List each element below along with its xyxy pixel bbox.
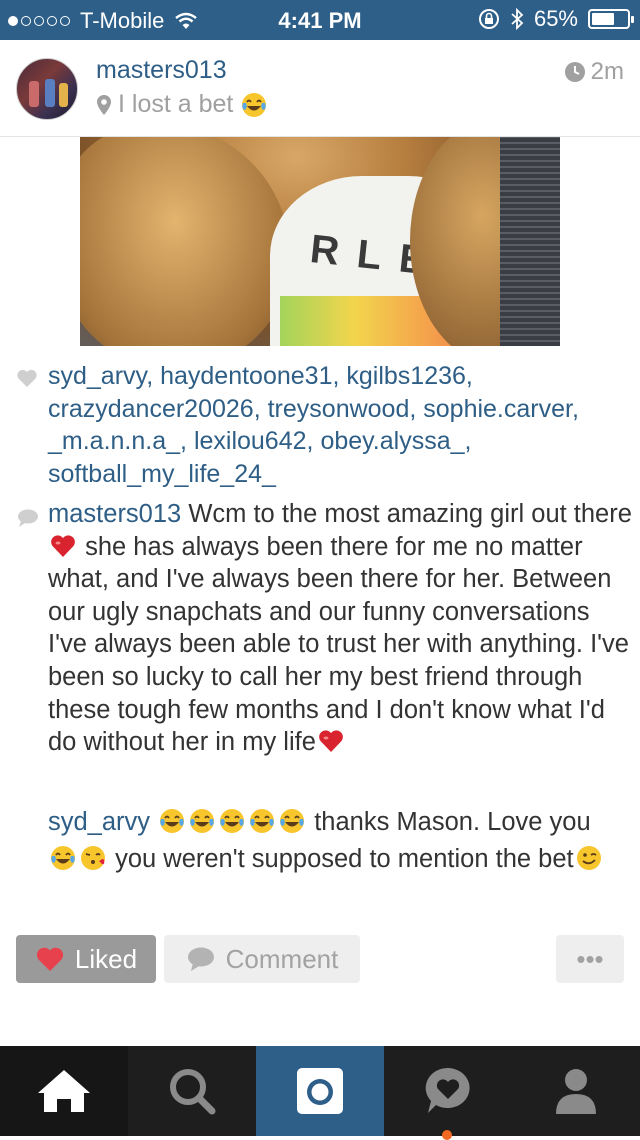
liker-username[interactable]: sophie.carver bbox=[423, 395, 572, 423]
liker-username[interactable]: crazydancer20026 bbox=[48, 395, 254, 423]
tears-of-joy-emoji bbox=[280, 809, 305, 833]
lock-rotation-icon bbox=[478, 9, 499, 29]
liker-username[interactable]: treysonwood bbox=[268, 395, 410, 423]
caption-username[interactable]: masters013 bbox=[48, 500, 181, 528]
search-icon bbox=[170, 1069, 216, 1115]
time-ago: 2m bbox=[590, 58, 624, 85]
liker-username[interactable]: softball_my_life_24_ bbox=[48, 460, 276, 488]
tears-of-joy-emoji bbox=[190, 809, 215, 833]
more-options-icon: ••• bbox=[576, 943, 604, 974]
post-time: 2m bbox=[564, 58, 624, 86]
tab-explore[interactable] bbox=[128, 1046, 256, 1136]
liked-label: Liked bbox=[74, 943, 138, 974]
comment-icon bbox=[187, 947, 214, 971]
location-pin-icon bbox=[97, 94, 111, 115]
caption-body-2: she has always been there for me no matt… bbox=[48, 532, 629, 757]
post-photo[interactable]: RLE bbox=[80, 136, 560, 346]
reply-emoji-group bbox=[157, 808, 307, 836]
comment-button[interactable]: Comment bbox=[164, 935, 360, 983]
post-location[interactable]: I lost a bet bbox=[96, 90, 269, 119]
liker-username[interactable]: kgilbs1236 bbox=[346, 362, 466, 390]
caption-body-1: Wcm to the most amazing girl out there bbox=[188, 500, 632, 528]
kiss-emoji bbox=[81, 846, 105, 870]
location-text: I lost a bet bbox=[118, 90, 234, 118]
status-indicators: 65% bbox=[478, 6, 634, 32]
status-bar: T-Mobile 4:41 PM 65% bbox=[0, 0, 640, 40]
red-heart-emoji bbox=[51, 534, 75, 557]
comment-label: Comment bbox=[225, 943, 339, 974]
reply-body-2: you weren't supposed to mention the bet bbox=[108, 845, 574, 873]
post-username[interactable]: masters013 bbox=[96, 56, 227, 85]
battery-percent: 65% bbox=[533, 6, 578, 31]
red-heart-emoji bbox=[319, 730, 343, 753]
wink-emoji bbox=[576, 846, 601, 870]
liker-username[interactable]: syd_arvy bbox=[48, 362, 146, 390]
tears-of-joy-emoji bbox=[160, 809, 185, 833]
post-header: masters013 I lost a bet 2m bbox=[0, 40, 640, 137]
activity-heart-icon bbox=[425, 1067, 470, 1113]
tab-profile[interactable] bbox=[512, 1046, 640, 1136]
tab-activity[interactable] bbox=[384, 1046, 512, 1136]
battery-icon bbox=[588, 9, 634, 29]
heart-icon bbox=[17, 369, 37, 387]
liker-username[interactable]: _m.a.n.n.a_ bbox=[48, 427, 180, 455]
profile-icon bbox=[556, 1069, 596, 1114]
likers-list: syd_arvy, haydentoone31, kgilbs1236, cra… bbox=[48, 362, 579, 488]
liked-button[interactable]: Liked bbox=[16, 935, 156, 983]
home-icon bbox=[38, 1070, 90, 1112]
more-options-button[interactable]: ••• bbox=[556, 935, 624, 983]
reply-comment: syd_arvy thanks Mason. Love you you were… bbox=[48, 804, 618, 878]
tab-home[interactable] bbox=[0, 1046, 128, 1136]
activity-notification-dot bbox=[442, 1130, 452, 1140]
bluetooth-icon bbox=[511, 8, 524, 30]
comment-bubble-icon bbox=[18, 509, 38, 527]
tears-of-joy-emoji bbox=[220, 809, 245, 833]
liked-heart-icon bbox=[36, 947, 63, 971]
tab-bar bbox=[0, 1046, 640, 1136]
liker-username[interactable]: obey.alyssa_ bbox=[320, 427, 464, 455]
liker-username[interactable]: lexilou642 bbox=[194, 427, 307, 455]
caption-text: masters013 Wcm to the most amazing girl … bbox=[48, 498, 633, 759]
tab-camera[interactable] bbox=[256, 1046, 384, 1136]
avatar[interactable] bbox=[16, 58, 78, 120]
tears-of-joy-emoji bbox=[250, 809, 275, 833]
reply-body-1: thanks Mason. Love you bbox=[307, 808, 591, 836]
liker-username[interactable]: haydentoone31 bbox=[160, 362, 332, 390]
tears-of-joy-emoji bbox=[51, 846, 75, 870]
tears-of-joy-emoji bbox=[242, 92, 267, 117]
reply-username[interactable]: syd_arvy bbox=[48, 808, 150, 836]
camera-icon bbox=[297, 1068, 343, 1114]
clock-icon bbox=[564, 62, 585, 82]
